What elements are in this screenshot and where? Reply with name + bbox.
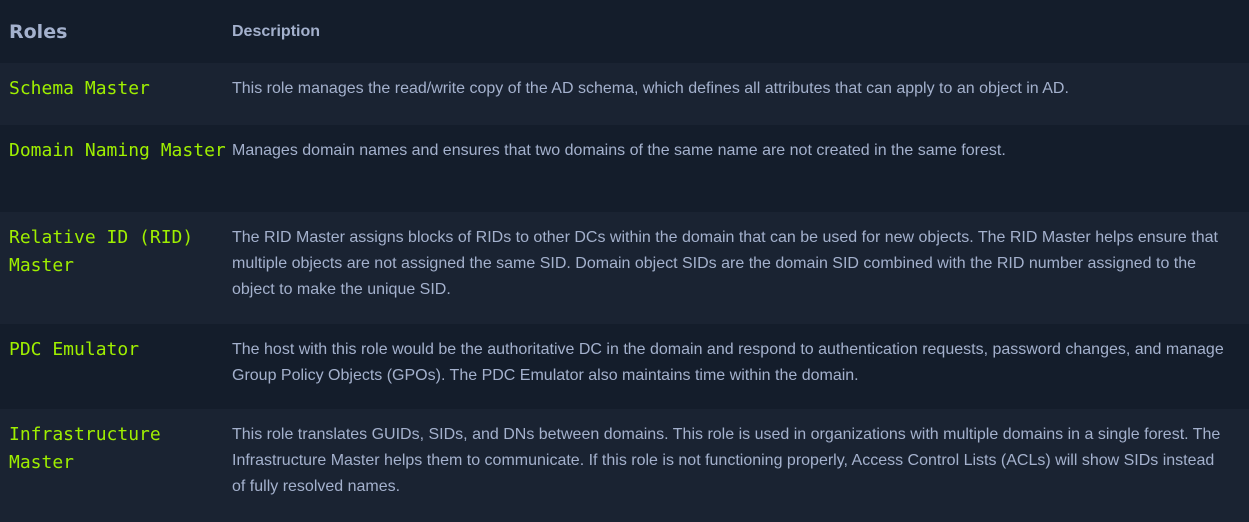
description-column-header: Description [232, 23, 321, 40]
roles-column-header: Roles [9, 20, 68, 43]
table-row: Infrastructure Master This role translat… [0, 409, 1249, 522]
role-name: Infrastructure Master [9, 424, 172, 473]
role-description: This role translates GUIDs, SIDs, and DN… [232, 426, 1221, 495]
role-description: The RID Master assigns blocks of RIDs to… [232, 229, 1218, 298]
table-row: Schema Master This role manages the read… [0, 63, 1249, 125]
table-header-row: Roles Description [0, 0, 1249, 63]
role-name: Domain Naming Master [9, 140, 226, 161]
fsmo-roles-table: Roles Description Schema Master This rol… [0, 0, 1249, 522]
role-description: The host with this role would be the aut… [232, 341, 1224, 384]
table-row: Relative ID (RID) Master The RID Master … [0, 212, 1249, 324]
table-row: PDC Emulator The host with this role wou… [0, 324, 1249, 409]
role-description: Manages domain names and ensures that tw… [232, 142, 1006, 159]
table-row: Domain Naming Master Manages domain name… [0, 125, 1249, 212]
role-name: PDC Emulator [9, 339, 140, 360]
role-description: This role manages the read/write copy of… [232, 80, 1069, 97]
role-name: Schema Master [9, 78, 150, 99]
role-name: Relative ID (RID) Master [9, 227, 205, 276]
